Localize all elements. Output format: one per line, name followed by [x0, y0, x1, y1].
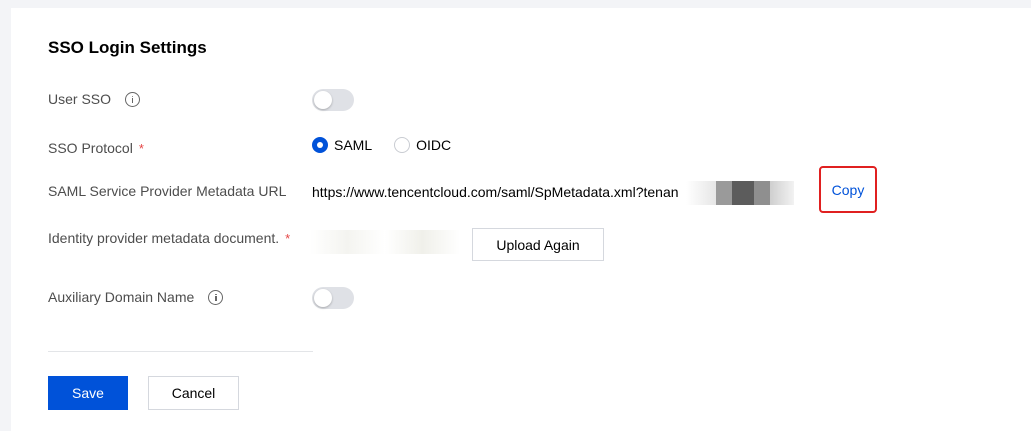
- metadata-url-label: SAML Service Provider Metadata URL: [48, 183, 287, 199]
- radio-oidc-label: OIDC: [416, 137, 452, 153]
- radio-saml[interactable]: SAML: [312, 137, 372, 153]
- save-button[interactable]: Save: [48, 376, 128, 410]
- aux-domain-row-label: Auxiliary Domain Name: [48, 289, 224, 305]
- info-icon[interactable]: [125, 91, 141, 107]
- radio-unchecked-icon: [394, 137, 411, 153]
- radio-checked-icon: [312, 137, 328, 153]
- user-sso-toggle[interactable]: [312, 89, 354, 111]
- sso-protocol-row-label: SSO Protocol *: [48, 140, 144, 156]
- cancel-button[interactable]: Cancel: [148, 376, 239, 410]
- radio-saml-label: SAML: [334, 137, 373, 153]
- user-sso-label: User SSO: [48, 91, 112, 107]
- upload-again-button[interactable]: Upload Again: [472, 228, 604, 261]
- aux-domain-toggle[interactable]: [312, 287, 354, 309]
- toggle-knob: [314, 289, 332, 307]
- user-sso-row-label: User SSO: [48, 91, 141, 107]
- toggle-knob: [314, 91, 332, 109]
- idp-metadata-row-label: Identity provider metadata document. *: [48, 230, 290, 246]
- aux-domain-label: Auxiliary Domain Name: [48, 289, 195, 305]
- sso-protocol-label: SSO Protocol: [48, 140, 133, 156]
- divider: [48, 351, 313, 352]
- copy-button[interactable]: Copy: [832, 182, 865, 198]
- radio-oidc[interactable]: OIDC: [394, 137, 451, 153]
- metadata-url-value: https://www.tencentcloud.com/saml/SpMeta…: [312, 184, 679, 200]
- required-mark: *: [138, 140, 144, 156]
- idp-metadata-label: Identity provider metadata document.: [48, 230, 280, 246]
- info-icon[interactable]: [208, 289, 224, 305]
- copy-highlight-box: Copy: [819, 166, 877, 213]
- page-title: SSO Login Settings: [48, 38, 207, 57]
- redacted-filename-blur: [310, 230, 460, 254]
- sso-settings-panel: [11, 8, 1031, 431]
- required-mark: *: [285, 230, 291, 246]
- sso-protocol-radio-group: SAML OIDC: [312, 137, 473, 153]
